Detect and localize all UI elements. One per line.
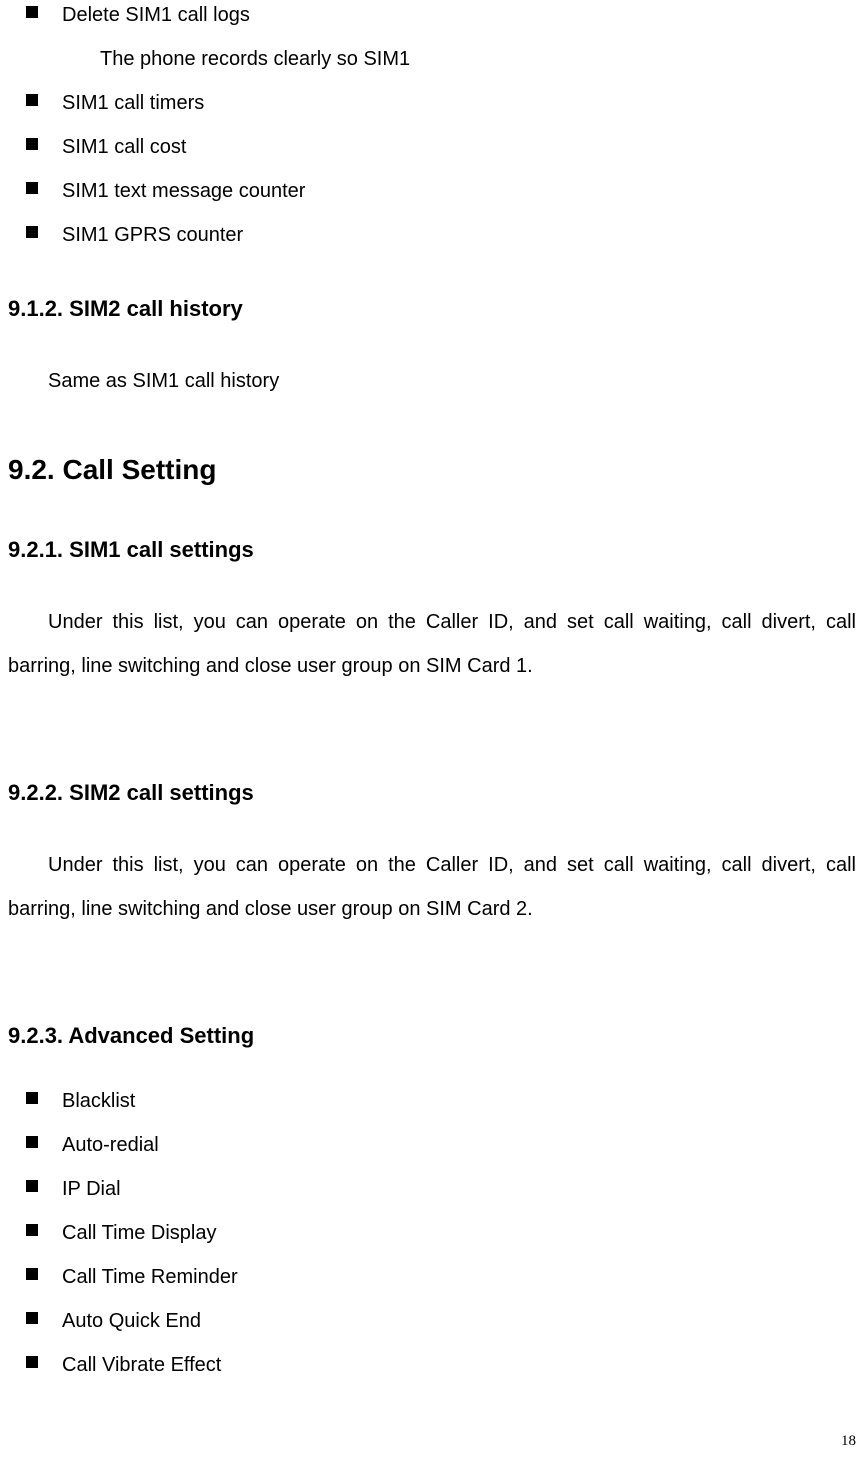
heading-921: 9.2.1. SIM1 call settings — [8, 533, 856, 566]
square-bullet-icon — [26, 182, 38, 194]
square-bullet-icon — [26, 1312, 38, 1324]
list-item: SIM1 GPRS counter — [8, 220, 856, 250]
list-item-text: SIM1 text message counter — [62, 176, 305, 206]
heading-923: 9.2.3. Advanced Setting — [8, 1019, 856, 1052]
list-item: SIM1 text message counter — [8, 176, 856, 206]
square-bullet-icon — [26, 226, 38, 238]
heading-912: 9.1.2. SIM2 call history — [8, 292, 856, 325]
list-item-text: Call Time Reminder — [62, 1262, 238, 1292]
square-bullet-icon — [26, 1356, 38, 1368]
list-item: Auto-redial — [8, 1130, 856, 1160]
list-item: Call Time Reminder — [8, 1262, 856, 1292]
list-item-text: SIM1 call cost — [62, 132, 186, 162]
list-item: IP Dial — [8, 1174, 856, 1204]
list-item: Delete SIM1 call logs — [8, 0, 856, 30]
body-921: Under this list, you can operate on the … — [8, 600, 856, 688]
square-bullet-icon — [26, 1224, 38, 1236]
square-bullet-icon — [26, 138, 38, 150]
list-item: SIM1 call cost — [8, 132, 856, 162]
list-item: Call Time Display — [8, 1218, 856, 1248]
list-item: SIM1 call timers — [8, 88, 856, 118]
page-number: 18 — [841, 1433, 856, 1450]
list-item-text: SIM1 GPRS counter — [62, 220, 243, 250]
list-item-text: IP Dial — [62, 1174, 121, 1204]
list-item-text: Blacklist — [62, 1086, 135, 1116]
list-item-text: Auto Quick End — [62, 1306, 201, 1336]
list-item-text: Auto-redial — [62, 1130, 159, 1160]
list-sub-text: The phone records clearly so SIM1 — [100, 44, 856, 74]
body-922: Under this list, you can operate on the … — [8, 843, 856, 931]
list-item-text: Call Time Display — [62, 1218, 216, 1248]
list-item: Auto Quick End — [8, 1306, 856, 1336]
list-item-text: Delete SIM1 call logs — [62, 0, 250, 30]
list-item-text: SIM1 call timers — [62, 88, 204, 118]
heading-92: 9.2. Call Setting — [8, 449, 856, 491]
square-bullet-icon — [26, 6, 38, 18]
square-bullet-icon — [26, 1268, 38, 1280]
square-bullet-icon — [26, 1136, 38, 1148]
square-bullet-icon — [26, 94, 38, 106]
list-item-text: Call Vibrate Effect — [62, 1350, 221, 1380]
list-item: Blacklist — [8, 1086, 856, 1116]
square-bullet-icon — [26, 1180, 38, 1192]
square-bullet-icon — [26, 1092, 38, 1104]
heading-922: 9.2.2. SIM2 call settings — [8, 776, 856, 809]
body-912: Same as SIM1 call history — [48, 359, 856, 403]
list-item: Call Vibrate Effect — [8, 1350, 856, 1380]
